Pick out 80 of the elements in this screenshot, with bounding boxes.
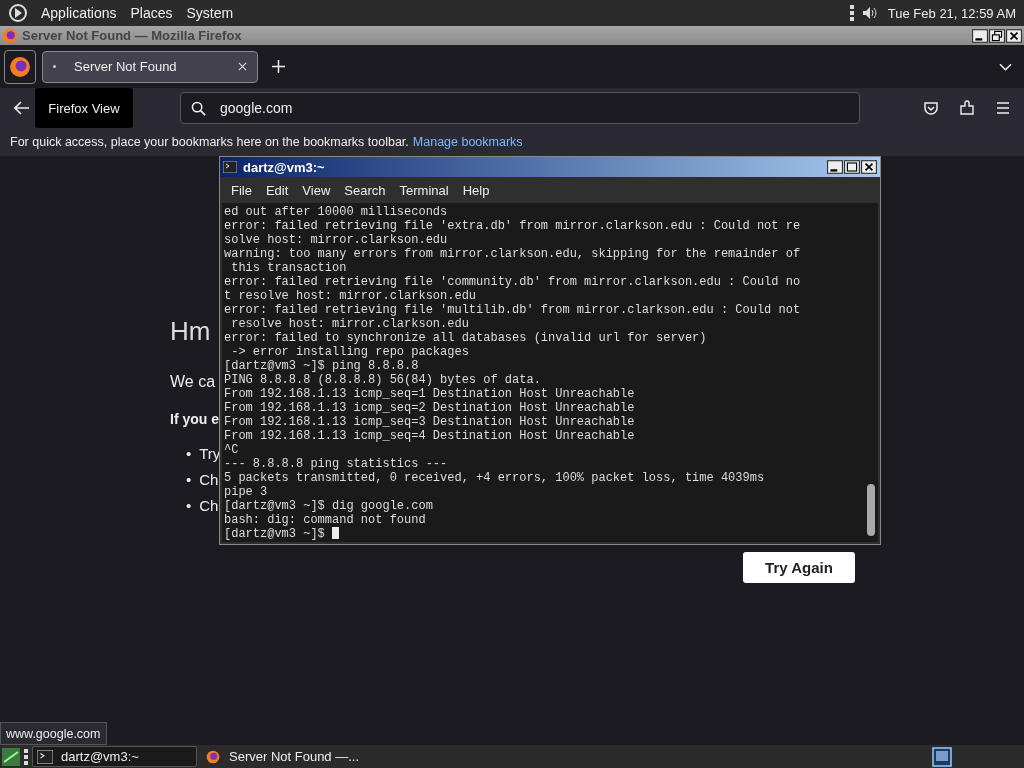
bullet: •: [186, 496, 192, 516]
firefox-icon: [9, 55, 31, 78]
close-icon[interactable]: [861, 160, 877, 174]
extensions-icon[interactable]: [959, 100, 975, 116]
suggestion-item: Try: [199, 444, 221, 464]
chevron-down-icon[interactable]: [999, 62, 1012, 71]
window-title: Server Not Found — Mozilla Firefox: [22, 28, 242, 43]
search-icon: [191, 100, 206, 116]
terminal-line: bash: dig: command not found: [224, 513, 427, 527]
terminal-icon: [223, 161, 237, 173]
terminal-line: [dartz@vm3 ~]$ dig google.com: [224, 499, 434, 513]
new-tab-icon[interactable]: [272, 60, 285, 73]
terminal-line: error: failed retrieving file 'community.db' from mirror.clarkson.edu : Could no: [224, 275, 802, 289]
manage-bookmarks-link[interactable]: Manage bookmarks: [412, 135, 523, 149]
terminal-line: From 192.168.1.13 icmp_seq=2 Destination Host Unreachable: [224, 401, 636, 415]
suggestion-item: Ch: [199, 470, 219, 490]
menu-item[interactable]: Search: [337, 182, 393, 198]
terminal-line: solve host: mirror.clarkson.edu: [224, 233, 449, 247]
menu-item[interactable]: Edit: [258, 182, 296, 198]
error-subheading: If you e: [170, 410, 219, 428]
terminal-line: warning: too many errors from mirror.clarkson.edu, skipping for the remainder of: [224, 247, 802, 261]
taskbar-button[interactable]: dartz@vm3:~: [32, 746, 197, 767]
minimize-icon[interactable]: [827, 160, 843, 174]
terminal-line: t resolve host: mirror.clarkson.edu: [224, 289, 478, 303]
logo-icon[interactable]: [8, 3, 28, 23]
error-text: We ca: [170, 372, 216, 392]
url-field[interactable]: google.com: [180, 92, 860, 124]
firefox-view-button[interactable]: [4, 49, 36, 84]
terminal-line: this transaction: [230, 261, 348, 275]
terminal-line: resolve host: mirror.clarkson.edu: [230, 317, 470, 331]
clock[interactable]: Tue Feb 21, 12:59 AM: [887, 5, 1016, 21]
terminal-line: -> error installing repo packages: [230, 345, 470, 359]
terminal-line: error: failed retrieving file 'extra.db' from mirror.clarkson.edu : Could not re: [224, 219, 802, 233]
suggestion-item: Ch: [199, 496, 219, 516]
panel-menu[interactable]: Places: [125, 5, 178, 21]
close-icon[interactable]: [1006, 28, 1022, 43]
show-desktop-icon[interactable]: [2, 747, 20, 766]
menu-icon[interactable]: [995, 100, 1011, 116]
tooltip: Firefox View: [35, 88, 133, 128]
browser-tab[interactable]: Server Not Found: [42, 50, 258, 83]
menu-item[interactable]: Help: [455, 182, 497, 198]
firefox-icon: [205, 749, 221, 764]
terminal-line: 5 packets transmitted, 0 received, +4 errors, 100% packet loss, time 4039ms: [224, 471, 766, 485]
taskbar-button[interactable]: Server Not Found —...: [201, 746, 366, 767]
maximize-icon[interactable]: [844, 160, 860, 174]
pocket-icon[interactable]: [923, 100, 939, 116]
terminal-line: [dartz@vm3 ~]$ ping 8.8.8.8: [224, 359, 420, 373]
minimize-icon[interactable]: [972, 28, 988, 43]
terminal-title: dartz@vm3:~: [243, 159, 325, 175]
text-cursor: [332, 527, 340, 539]
restore-icon[interactable]: [989, 28, 1005, 43]
menu-item[interactable]: File: [224, 182, 259, 198]
handle-icon[interactable]: [24, 748, 28, 765]
scrollbar-thumb[interactable]: [867, 484, 875, 536]
volume-icon[interactable]: [861, 6, 878, 20]
bookmarks-hint: For quick access, place your bookmarks here on the bookmarks toolbar.: [10, 135, 409, 149]
handle-icon[interactable]: [849, 5, 854, 21]
back-arrow-icon[interactable]: [14, 101, 30, 115]
terminal-line: error: failed to synchronize all databases (invalid url for server): [224, 331, 708, 345]
menu-item[interactable]: Terminal: [392, 182, 456, 198]
terminal-line: From 192.168.1.13 icmp_seq=4 Destination Host Unreachable: [224, 429, 636, 443]
terminal-line: error: failed retrieving file 'multilib.db' from mirror.clarkson.edu : Could not: [224, 303, 802, 317]
bullet: •: [186, 444, 192, 464]
terminal-line: PING 8.8.8.8 (8.8.8.8) 56(84) bytes of data.: [224, 373, 542, 387]
panel-menu[interactable]: Applications: [36, 5, 122, 21]
menu-item[interactable]: View: [295, 182, 338, 198]
terminal-line: From 192.168.1.13 icmp_seq=3 Destination Host Unreachable: [224, 415, 636, 429]
terminal-line: pipe 3: [224, 485, 269, 499]
terminal-line: From 192.168.1.13 icmp_seq=1 Destination Host Unreachable: [224, 387, 636, 401]
terminal-line: ^C: [224, 443, 240, 457]
error-heading: Hm: [170, 316, 211, 346]
try-again-button[interactable]: Try Again: [743, 552, 855, 583]
terminal-line: --- 8.8.8.8 ping statistics ---: [224, 457, 449, 471]
firefox-icon: [2, 27, 18, 44]
terminal-line: [dartz@vm3 ~]$: [224, 527, 862, 541]
terminal-icon: [37, 749, 53, 764]
workspace-icon[interactable]: [932, 746, 952, 767]
panel-menu[interactable]: System: [181, 5, 239, 21]
bullet: •: [186, 470, 192, 490]
terminal-line: ed out after 10000 milliseconds: [224, 205, 449, 219]
